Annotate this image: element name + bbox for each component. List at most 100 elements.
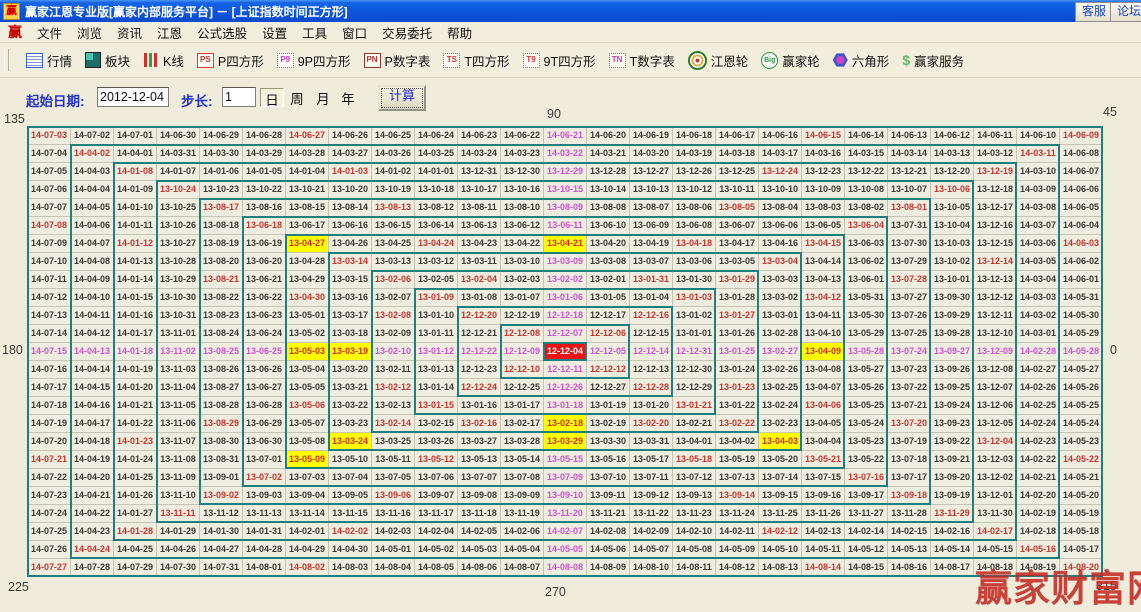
date-cell[interactable]: 14-08-17	[931, 559, 974, 577]
date-cell[interactable]: 13-11-29	[931, 505, 974, 523]
date-cell[interactable]: 14-06-13	[888, 127, 931, 145]
date-cell[interactable]: 13-11-24	[716, 505, 759, 523]
date-cell[interactable]: 13-05-28	[845, 343, 888, 361]
date-cell[interactable]: 14-06-05	[1060, 199, 1103, 217]
date-cell[interactable]: 13-06-10	[587, 217, 630, 235]
date-cell[interactable]: 14-04-22	[71, 505, 114, 523]
date-cell[interactable]: 14-02-14	[845, 523, 888, 541]
date-cell[interactable]: 14-08-01	[243, 559, 286, 577]
date-cell[interactable]: 12-12-05	[587, 343, 630, 361]
date-cell[interactable]: 12-12-14	[630, 343, 673, 361]
date-cell[interactable]: 13-04-22	[501, 235, 544, 253]
date-cell[interactable]: 13-03-23	[329, 415, 372, 433]
date-cell[interactable]: 14-08-02	[286, 559, 329, 577]
date-cell[interactable]: 13-12-25	[716, 163, 759, 181]
date-cell[interactable]: 13-01-01	[673, 325, 716, 343]
date-cell[interactable]: 13-10-07	[888, 181, 931, 199]
date-cell[interactable]: 13-09-24	[931, 397, 974, 415]
date-cell[interactable]: 13-09-17	[845, 487, 888, 505]
date-cell[interactable]: 14-01-08	[114, 163, 157, 181]
date-cell[interactable]: 14-06-28	[243, 127, 286, 145]
date-cell[interactable]: 13-06-13	[458, 217, 501, 235]
date-cell[interactable]: 13-01-08	[458, 289, 501, 307]
date-cell[interactable]: 13-09-04	[286, 487, 329, 505]
date-cell[interactable]: 13-11-01	[157, 325, 200, 343]
date-cell[interactable]: 14-07-07	[28, 199, 71, 217]
date-cell[interactable]: 13-03-26	[415, 433, 458, 451]
toolbar-button-T数字表[interactable]: TNT数字表	[609, 51, 675, 70]
date-cell[interactable]: 13-07-12	[673, 469, 716, 487]
date-cell[interactable]: 14-06-07	[1060, 163, 1103, 181]
date-cell[interactable]: 13-01-19	[587, 397, 630, 415]
date-cell[interactable]: 13-11-02	[157, 343, 200, 361]
date-cell[interactable]: 14-01-28	[114, 523, 157, 541]
date-cell[interactable]: 13-04-12	[802, 289, 845, 307]
date-cell[interactable]: 14-01-31	[243, 523, 286, 541]
menu-item-8[interactable]: 交易委托	[382, 23, 432, 42]
date-cell[interactable]: 13-11-22	[630, 505, 673, 523]
date-cell[interactable]: 13-01-07	[501, 289, 544, 307]
date-cell[interactable]: 13-08-13	[372, 199, 415, 217]
date-cell[interactable]: 14-07-10	[28, 253, 71, 271]
date-cell[interactable]: 13-01-05	[587, 289, 630, 307]
date-cell[interactable]: 14-03-21	[587, 145, 630, 163]
date-cell[interactable]: 13-05-25	[845, 397, 888, 415]
date-cell[interactable]: 14-03-09	[1017, 181, 1060, 199]
date-cell[interactable]: 13-06-23	[243, 307, 286, 325]
date-cell[interactable]: 14-04-25	[114, 541, 157, 559]
date-cell[interactable]: 14-07-08	[28, 217, 71, 235]
date-cell[interactable]: 13-06-04	[845, 217, 888, 235]
date-cell[interactable]: 14-01-12	[114, 235, 157, 253]
date-cell[interactable]: 13-10-16	[501, 181, 544, 199]
date-cell[interactable]: 14-06-03	[1060, 235, 1103, 253]
date-cell[interactable]: 14-02-17	[974, 523, 1017, 541]
date-cell[interactable]: 14-07-27	[28, 559, 71, 577]
date-cell[interactable]: 14-08-03	[329, 559, 372, 577]
date-cell[interactable]: 14-07-09	[28, 235, 71, 253]
date-cell[interactable]: 13-09-14	[716, 487, 759, 505]
date-cell[interactable]: 13-05-05	[286, 379, 329, 397]
date-cell[interactable]: 13-06-18	[243, 217, 286, 235]
date-cell[interactable]: 14-07-06	[28, 181, 71, 199]
date-cell[interactable]: 12-12-23	[458, 361, 501, 379]
date-cell[interactable]: 14-07-20	[28, 433, 71, 451]
date-cell[interactable]: 13-05-27	[845, 361, 888, 379]
date-cell[interactable]: 13-05-12	[415, 451, 458, 469]
date-cell[interactable]: 13-05-13	[458, 451, 501, 469]
date-cell[interactable]: 14-01-07	[157, 163, 200, 181]
date-cell[interactable]: 14-05-27	[1060, 361, 1103, 379]
date-cell[interactable]: 14-08-14	[802, 559, 845, 577]
date-cell[interactable]: 14-05-02	[415, 541, 458, 559]
toolbar-button-9T四方形[interactable]: T99T四方形	[523, 51, 596, 70]
date-cell[interactable]: 13-12-14	[974, 253, 1017, 271]
date-cell[interactable]: 13-02-10	[372, 343, 415, 361]
date-cell[interactable]: 13-03-29	[544, 433, 587, 451]
date-cell[interactable]: 13-04-23	[458, 235, 501, 253]
date-cell[interactable]: 14-07-13	[28, 307, 71, 325]
date-cell[interactable]: 14-06-20	[587, 127, 630, 145]
date-cell[interactable]: 14-08-09	[587, 559, 630, 577]
date-cell[interactable]: 13-01-28	[716, 289, 759, 307]
date-cell[interactable]: 14-04-23	[71, 523, 114, 541]
date-cell[interactable]: 13-08-12	[415, 199, 458, 217]
date-cell[interactable]: 13-08-31	[200, 451, 243, 469]
date-cell[interactable]: 12-12-26	[544, 379, 587, 397]
date-cell[interactable]: 14-05-31	[1060, 289, 1103, 307]
date-cell[interactable]: 13-08-09	[544, 199, 587, 217]
date-cell[interactable]: 14-08-07	[501, 559, 544, 577]
date-cell[interactable]: 14-01-24	[114, 451, 157, 469]
date-cell[interactable]: 13-02-09	[372, 325, 415, 343]
date-cell[interactable]: 13-08-30	[200, 433, 243, 451]
date-cell[interactable]: 14-01-19	[114, 361, 157, 379]
date-cell[interactable]: 14-05-23	[1060, 433, 1103, 451]
date-cell[interactable]: 13-06-26	[243, 361, 286, 379]
date-cell[interactable]: 13-08-07	[630, 199, 673, 217]
date-cell[interactable]: 13-03-31	[630, 433, 673, 451]
date-cell[interactable]: 13-01-27	[716, 307, 759, 325]
date-cell[interactable]: 13-01-11	[415, 325, 458, 343]
date-cell[interactable]: 14-05-19	[1060, 505, 1103, 523]
date-cell[interactable]: 13-07-25	[888, 325, 931, 343]
date-cell[interactable]: 14-01-21	[114, 397, 157, 415]
date-cell[interactable]: 13-11-21	[587, 505, 630, 523]
date-cell[interactable]: 13-03-20	[329, 361, 372, 379]
